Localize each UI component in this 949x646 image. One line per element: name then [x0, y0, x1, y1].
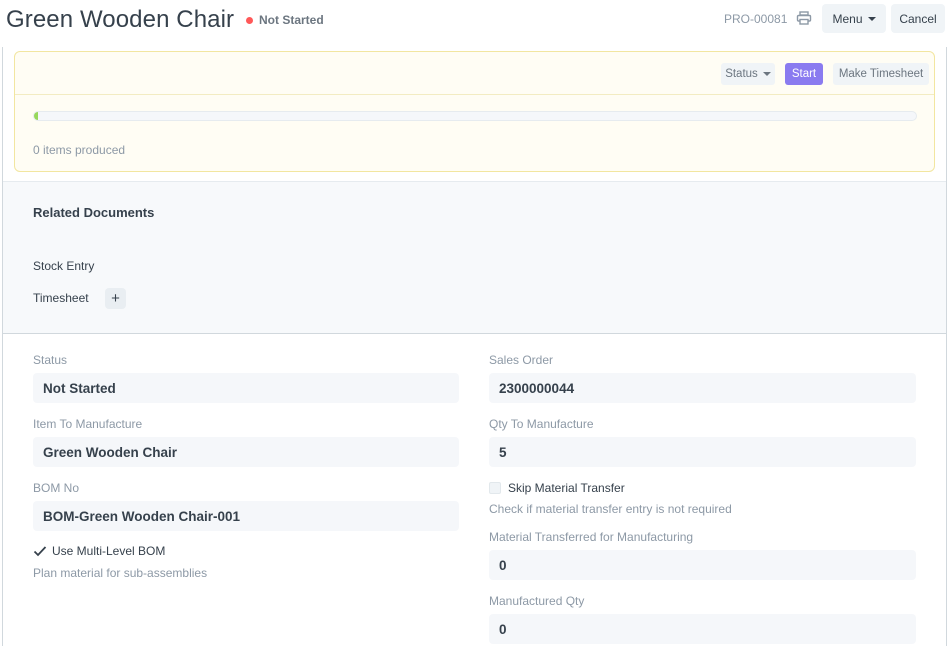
dashboard-divider [15, 94, 934, 95]
related-link-stock-entry[interactable]: Stock Entry [33, 259, 94, 273]
skip-material-transfer-description: Check if material transfer entry is not … [489, 502, 732, 516]
status-dropdown-button[interactable]: Status [721, 63, 775, 85]
cancel-button[interactable]: Cancel [891, 4, 945, 33]
item-to-manufacture-field[interactable]: Green Wooden Chair [33, 437, 459, 467]
production-progress-bar [33, 111, 917, 121]
form-dashboard: Status Start Make Timesheet 0 items prod… [14, 51, 935, 172]
add-timesheet-button[interactable]: + [105, 288, 126, 309]
use-multi-level-bom-label: Use Multi-Level BOM [52, 544, 166, 558]
status-indicator: Not Started [246, 13, 324, 27]
items-produced-text: 0 items produced [33, 143, 126, 157]
status-field[interactable]: Not Started [33, 373, 459, 403]
sales-order-label: Sales Order [489, 353, 554, 367]
caret-down-icon [867, 16, 876, 21]
status-field-label: Status [33, 353, 68, 367]
sales-order-field[interactable]: 2300000044 [489, 373, 916, 403]
bom-no-label: BOM No [33, 481, 80, 495]
skip-material-transfer-label: Skip Material Transfer [508, 481, 625, 495]
qty-to-manufacture-field[interactable]: 5 [489, 437, 916, 467]
status-label: Not Started [259, 13, 324, 27]
start-button[interactable]: Start [785, 63, 823, 85]
page-header: Green Wooden Chair Not Started PRO-00081… [0, 0, 949, 48]
bom-no-field[interactable]: BOM-Green Wooden Chair-001 [33, 501, 459, 531]
material-transferred-field[interactable]: 0 [489, 550, 916, 580]
caret-down-icon [762, 72, 771, 76]
printer-icon[interactable] [796, 11, 812, 25]
make-timesheet-button[interactable]: Make Timesheet [833, 63, 929, 85]
related-link-timesheet[interactable]: Timesheet [33, 291, 89, 305]
manufactured-qty-field[interactable]: 0 [489, 614, 916, 644]
qty-to-manufacture-label: Qty To Manufacture [489, 417, 594, 431]
status-dot-icon [246, 16, 253, 24]
item-to-manufacture-label: Item To Manufacture [33, 417, 143, 431]
use-multi-level-bom-checkbox[interactable]: Use Multi-Level BOM [33, 544, 165, 558]
document-name: PRO-00081 [724, 12, 788, 26]
menu-button-label: Menu [832, 11, 863, 26]
checkmark-icon [33, 546, 47, 557]
use-multi-level-bom-description: Plan material for sub-assemblies [33, 566, 208, 580]
material-transferred-label: Material Transferred for Manufacturing [489, 530, 694, 544]
status-dropdown-label: Status [725, 68, 758, 80]
skip-material-transfer-checkbox[interactable] [489, 482, 501, 494]
production-progress-fill [34, 112, 39, 120]
page-title: Green Wooden Chair [6, 6, 235, 33]
manufactured-qty-label: Manufactured Qty [489, 594, 585, 608]
related-documents-section: Related Documents Stock Entry Timesheet … [3, 181, 946, 334]
related-documents-title: Related Documents [33, 205, 155, 220]
menu-button[interactable]: Menu [822, 4, 886, 33]
